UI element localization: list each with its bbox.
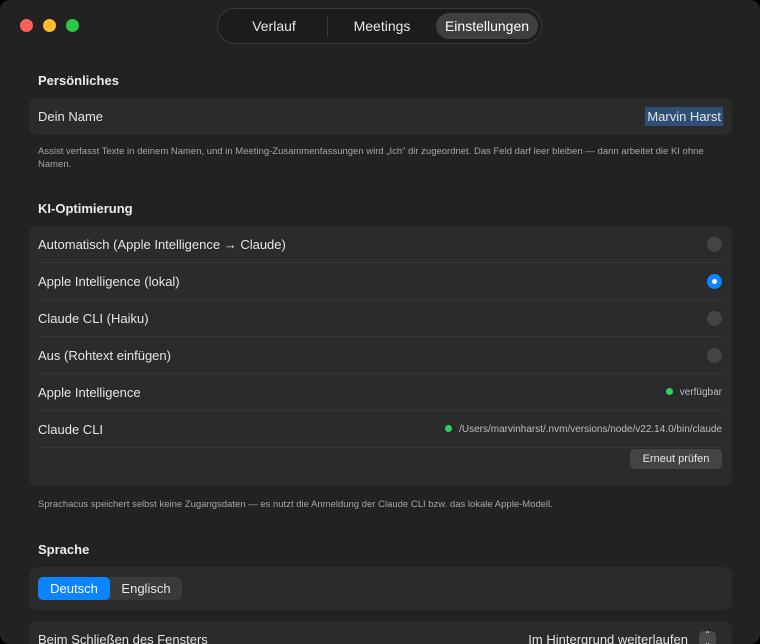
- ai-option-label: Aus (Rohtext einfügen): [38, 348, 171, 363]
- close-behavior-select[interactable]: Im Hintergrund weiterlaufen: [528, 621, 688, 644]
- titlebar: Verlauf Meetings Einstellungen: [0, 0, 760, 52]
- status-text: /Users/marvinharst/.nvm/versions/node/v2…: [459, 424, 722, 435]
- tab-einstellungen[interactable]: Einstellungen: [436, 13, 538, 39]
- zoom-window-button[interactable]: [66, 19, 79, 32]
- section-title-ai: KI-Optimierung: [38, 201, 133, 216]
- status-row-apple: Apple Intelligence verfügbar: [29, 374, 732, 411]
- ai-option-claude[interactable]: Claude CLI (Haiku): [29, 300, 732, 337]
- close-window-button[interactable]: [20, 19, 33, 32]
- ai-option-radio[interactable]: [707, 237, 722, 252]
- ai-help-text: Sprachacus speichert selbst keine Zugang…: [38, 499, 553, 510]
- tab-meetings[interactable]: Meetings: [334, 13, 430, 39]
- personal-help-text: Assist verfasst Texte in deinem Namen, u…: [38, 146, 704, 170]
- status-label: Claude CLI: [38, 422, 104, 437]
- section-title-language: Sprache: [38, 542, 90, 557]
- main-tab-bar: Verlauf Meetings Einstellungen: [217, 8, 542, 44]
- name-field[interactable]: Marvin Harst: [645, 107, 723, 126]
- tab-divider: [327, 17, 328, 37]
- ai-option-off[interactable]: Aus (Rohtext einfügen): [29, 337, 732, 374]
- section-title-personal: Persönliches: [38, 73, 119, 88]
- status-text: verfügbar: [679, 387, 722, 398]
- close-behavior-label: Beim Schließen des Fensters: [38, 632, 208, 644]
- ai-option-label: Claude CLI (Haiku): [38, 311, 149, 326]
- language-option-deutsch[interactable]: Deutsch: [38, 577, 110, 600]
- tab-verlauf[interactable]: Verlauf: [226, 13, 322, 39]
- ai-option-radio-selected[interactable]: [707, 274, 722, 289]
- minimize-window-button[interactable]: [43, 19, 56, 32]
- row-divider: [38, 447, 723, 448]
- status-dot-icon: [445, 424, 453, 432]
- status-value: /Users/marvinharst/.nvm/versions/node/v2…: [445, 411, 722, 448]
- ai-option-label: Automatisch (Apple Intelligence → Claude…: [38, 237, 286, 252]
- name-row: Dein Name Marvin Harst: [29, 98, 732, 135]
- name-label: Dein Name: [38, 109, 104, 124]
- personal-card: Dein Name Marvin Harst: [29, 98, 732, 135]
- app-window: Verlauf Meetings Einstellungen Persönlic…: [0, 0, 760, 644]
- status-value: verfügbar: [665, 374, 722, 411]
- ai-option-radio[interactable]: [707, 348, 722, 363]
- status-row-claude: Claude CLI /Users/marvinharst/.nvm/versi…: [29, 411, 732, 448]
- recheck-button[interactable]: Erneut prüfen: [630, 449, 722, 469]
- ai-option-radio[interactable]: [707, 311, 722, 326]
- language-option-englisch[interactable]: Englisch: [110, 577, 182, 600]
- ai-option-apple[interactable]: Apple Intelligence (lokal): [29, 263, 732, 300]
- close-behavior-row: Beim Schließen des Fensters Im Hintergru…: [29, 621, 732, 644]
- ai-option-label: Apple Intelligence (lokal): [38, 274, 180, 289]
- status-label: Apple Intelligence: [38, 385, 141, 400]
- ai-option-auto[interactable]: Automatisch (Apple Intelligence → Claude…: [29, 226, 732, 263]
- chevron-up-down-icon[interactable]: ⌃ ⌄: [699, 631, 716, 644]
- language-card: Deutsch Englisch: [29, 567, 732, 610]
- status-dot-icon: [665, 387, 673, 395]
- language-segmented-control: Deutsch Englisch: [38, 577, 182, 600]
- close-behavior-card: Beim Schließen des Fensters Im Hintergru…: [29, 621, 732, 644]
- ai-card: Automatisch (Apple Intelligence → Claude…: [29, 226, 732, 486]
